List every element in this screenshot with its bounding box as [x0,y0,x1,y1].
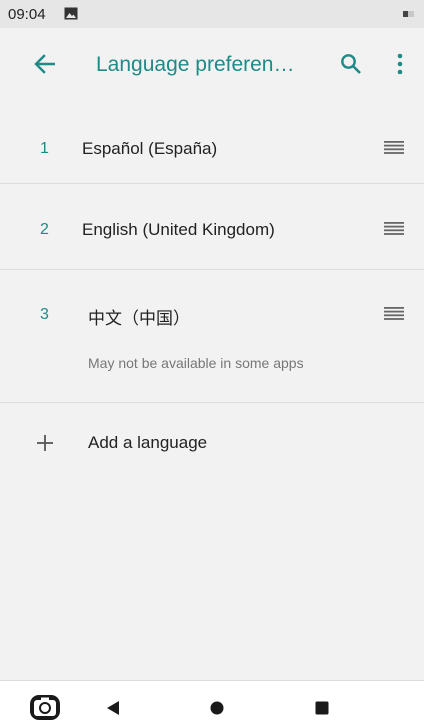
language-number: 1 [40,140,49,157]
language-row-3[interactable]: 3 中文（中国） May not be available in some ap… [0,270,424,403]
language-number: 3 [40,306,49,323]
status-time: 09:04 [8,6,46,23]
triangle-back-icon[interactable] [106,700,120,716]
add-language-label: Add a language [88,433,208,452]
language-row-1[interactable]: 1 Español (España) [0,98,424,184]
drag-handle-icon[interactable] [384,222,404,235]
status-bar: 09:04 [0,0,424,28]
language-list: 1 Español (España) 2 English (United Kin… [0,98,424,403]
navigation-bar [0,680,424,723]
language-name: 中文（中国） [88,309,190,328]
arrow-left-icon[interactable] [34,54,56,74]
drag-handle-icon[interactable] [384,307,404,320]
add-language-button[interactable]: Add a language [0,402,424,482]
language-availability-note: May not be available in some apps [88,355,304,371]
language-name: Español (España) [82,139,218,158]
app-bar: Language preferen… [0,28,424,99]
language-name: English (United Kingdom) [82,220,275,239]
page-title: Language preferen… [96,53,295,76]
image-icon [64,7,78,20]
language-row-2[interactable]: 2 English (United Kingdom) [0,184,424,270]
drag-handle-icon[interactable] [384,141,404,154]
battery-icon [403,11,414,17]
plus-icon [37,435,53,451]
camera-icon[interactable] [29,691,61,721]
language-number: 2 [40,221,49,238]
search-icon[interactable] [340,53,362,75]
square-recents-icon[interactable] [315,701,329,715]
circle-home-icon[interactable] [210,701,224,715]
more-vert-icon[interactable] [394,52,406,76]
